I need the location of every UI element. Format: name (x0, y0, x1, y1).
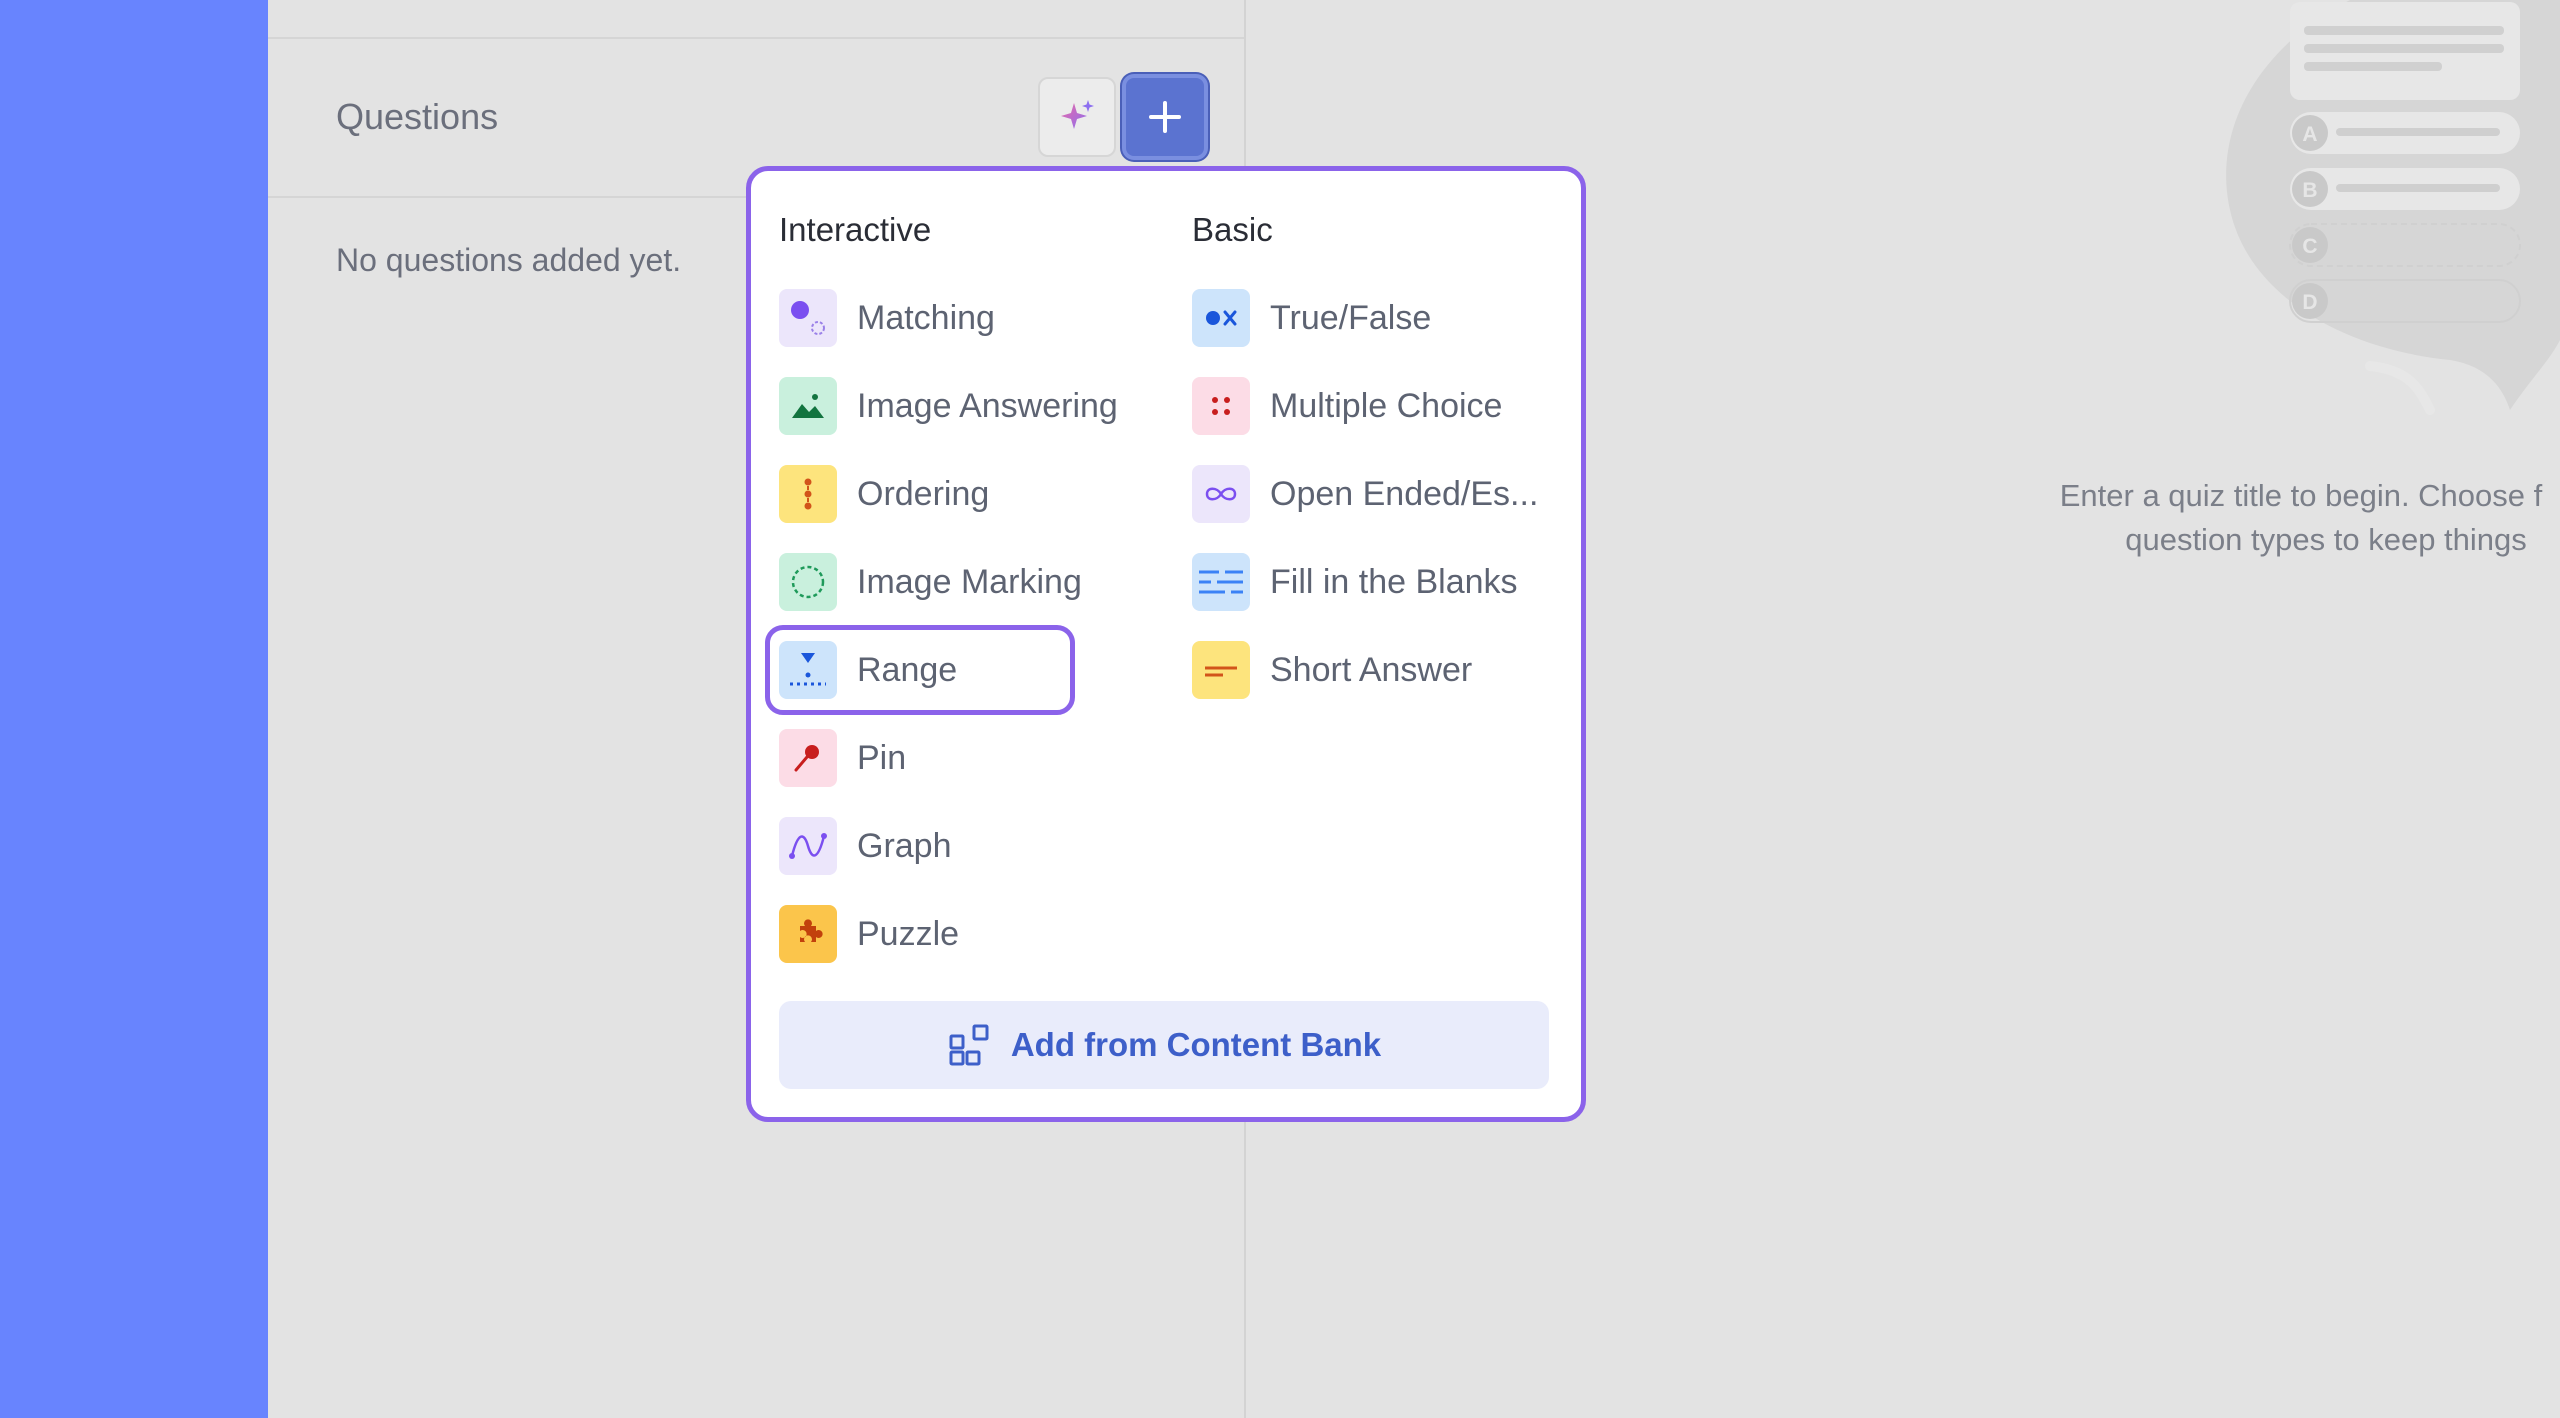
range-icon (779, 641, 837, 699)
empty-questions-message: No questions added yet. (336, 242, 682, 278)
intro-line: Enter a quiz title to begin. Choose f (2059, 478, 2543, 513)
menu-item-true-false[interactable]: True/False (1192, 278, 1431, 358)
ai-generate-button[interactable] (1038, 77, 1116, 157)
multiple-choice-icon (1192, 377, 1250, 435)
menu-item-label: Image Marking (857, 562, 1082, 601)
menu-item-label: Puzzle (857, 914, 960, 953)
menu-item-graph[interactable]: Graph (779, 806, 952, 886)
content-bank-label: Add from Content Bank (1010, 1026, 1382, 1063)
menu-item-label: Graph (857, 826, 952, 865)
menu-item-label: Fill in the Blanks (1270, 562, 1518, 601)
menu-item-label: Image Answering (857, 386, 1118, 425)
menu-item-label: Range (857, 650, 958, 689)
quiz-intro-text: Enter a quiz title to begin. Choose f qu… (1990, 474, 2560, 562)
menu-item-label: Pin (857, 738, 907, 777)
option-letter-d: D (2302, 291, 2317, 314)
image-marking-icon (779, 553, 837, 611)
option-letter-a: A (2302, 123, 2317, 146)
fill-blanks-icon (1192, 553, 1250, 611)
divider (268, 37, 1244, 39)
pin-icon (779, 729, 837, 787)
menu-item-label: Multiple Choice (1270, 386, 1503, 425)
option-letter-c: C (2302, 235, 2317, 258)
menu-item-fill-blanks[interactable]: Fill in the Blanks (1192, 542, 1518, 622)
menu-item-ordering[interactable]: Ordering (779, 454, 989, 534)
interactive-heading: Interactive (779, 211, 932, 248)
menu-item-range[interactable]: Range (765, 625, 1075, 715)
menu-item-image-answering[interactable]: Image Answering (779, 366, 1118, 446)
questions-title: Questions (336, 96, 499, 137)
graph-icon (779, 817, 837, 875)
puzzle-icon (779, 905, 837, 963)
content-bank-icon (949, 1024, 989, 1066)
menu-item-multiple-choice[interactable]: Multiple Choice (1192, 366, 1502, 446)
option-letter-b: B (2302, 179, 2317, 202)
menu-item-matching[interactable]: Matching (779, 278, 995, 358)
intro-line: question types to keep things (2125, 522, 2527, 557)
menu-item-label: Open Ended/Es... (1270, 474, 1539, 513)
add-from-content-bank-button[interactable]: Add from Content Bank (779, 1001, 1549, 1089)
question-type-menu: Interactive Basic Matching Image Answeri… (746, 166, 1586, 1122)
open-ended-icon (1192, 465, 1250, 523)
menu-item-pin[interactable]: Pin (779, 718, 906, 798)
left-sidebar (0, 0, 268, 1418)
menu-item-puzzle[interactable]: Puzzle (779, 894, 959, 974)
ordering-icon (779, 465, 837, 523)
menu-item-label: Matching (857, 298, 995, 337)
basic-heading: Basic (1192, 211, 1273, 248)
quiz-illustration-icon: A B C D (2226, 0, 2560, 415)
plus-icon (1149, 101, 1181, 133)
menu-item-short-answer[interactable]: Short Answer (1192, 630, 1472, 710)
add-question-button[interactable] (1122, 74, 1208, 160)
matching-icon (779, 289, 837, 347)
short-answer-icon (1192, 641, 1250, 699)
menu-item-open-ended[interactable]: Open Ended/Es... (1192, 454, 1538, 534)
true-false-icon (1192, 289, 1250, 347)
menu-item-label: True/False (1270, 298, 1432, 337)
sparkle-icon (1061, 100, 1094, 129)
menu-item-label: Ordering (857, 474, 990, 513)
image-answering-icon (779, 377, 837, 435)
menu-item-image-marking[interactable]: Image Marking (779, 542, 1082, 622)
menu-item-label: Short Answer (1270, 650, 1473, 689)
